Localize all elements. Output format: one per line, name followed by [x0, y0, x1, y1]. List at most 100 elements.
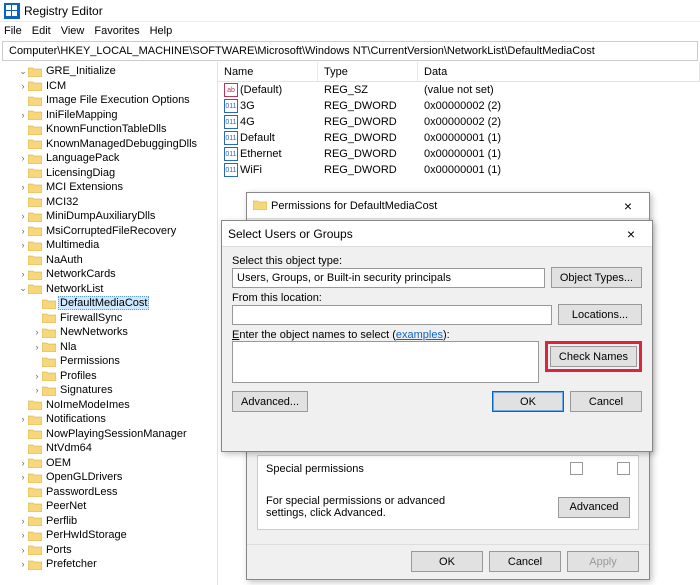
expand-icon[interactable]: › [32, 327, 42, 337]
tree-item-ports[interactable]: ›Ports [0, 543, 217, 558]
menu-file[interactable]: File [4, 25, 22, 37]
tree-item-prefetcher[interactable]: ›Prefetcher [0, 557, 217, 572]
close-icon[interactable]: × [616, 226, 646, 242]
list-row[interactable]: 011WiFiREG_DWORD0x00000001 (1) [218, 162, 700, 178]
allow-checkbox[interactable] [570, 462, 583, 475]
list-row[interactable]: 011DefaultREG_DWORD0x00000001 (1) [218, 130, 700, 146]
tree-item-mci32[interactable]: MCI32 [0, 195, 217, 210]
expand-icon[interactable]: › [18, 414, 28, 424]
tree-item-networkcards[interactable]: ›NetworkCards [0, 267, 217, 282]
expand-icon[interactable]: › [32, 342, 42, 352]
expand-icon[interactable]: › [18, 559, 28, 569]
tree-item-newnetworks[interactable]: ›NewNetworks [0, 325, 217, 340]
tree-item-passwordless[interactable]: PasswordLess [0, 485, 217, 500]
list-row[interactable]: ab(Default)REG_SZ(value not set) [218, 82, 700, 98]
permissions-dialog-title[interactable]: Permissions for DefaultMediaCost × [247, 193, 649, 219]
folder-icon [28, 544, 42, 555]
perm-cancel-button[interactable]: Cancel [489, 551, 561, 572]
check-names-button[interactable]: Check Names [550, 346, 637, 367]
list-row[interactable]: 011EthernetREG_DWORD0x00000001 (1) [218, 146, 700, 162]
menu-help[interactable]: Help [150, 25, 173, 37]
tree-item-perhwidstorage[interactable]: ›PerHwIdStorage [0, 528, 217, 543]
locations-button[interactable]: Locations... [558, 304, 642, 325]
tree-item-profiles[interactable]: ›Profiles [0, 369, 217, 384]
close-icon[interactable]: × [613, 198, 643, 214]
tree-item-knownfunctiontabledlls[interactable]: KnownFunctionTableDlls [0, 122, 217, 137]
tree-item-defaultmediacost[interactable]: DefaultMediaCost [0, 296, 217, 311]
perm-ok-button[interactable]: OK [411, 551, 483, 572]
tree-item-icm[interactable]: ›ICM [0, 79, 217, 94]
tree-item-languagepack[interactable]: ›LanguagePack [0, 151, 217, 166]
expand-icon[interactable]: › [18, 545, 28, 555]
tree-item-opengldrivers[interactable]: ›OpenGLDrivers [0, 470, 217, 485]
expand-icon[interactable]: › [18, 472, 28, 482]
expand-icon[interactable]: › [18, 530, 28, 540]
col-data[interactable]: Data [418, 62, 700, 81]
menubar: File Edit View Favorites Help [0, 22, 700, 40]
expand-icon[interactable]: ⌄ [18, 66, 28, 77]
list-header: Name Type Data [218, 62, 700, 82]
expand-icon[interactable]: › [18, 516, 28, 526]
sel-ok-button[interactable]: OK [492, 391, 564, 412]
tree-item-knownmanageddebuggingdlls[interactable]: KnownManagedDebuggingDlls [0, 137, 217, 152]
folder-icon [28, 109, 42, 120]
list-row[interactable]: 0113GREG_DWORD0x00000002 (2) [218, 98, 700, 114]
sel-cancel-button[interactable]: Cancel [570, 391, 642, 412]
expand-icon[interactable]: ⌄ [18, 283, 28, 294]
tree-item-gre-initialize[interactable]: ⌄GRE_Initialize [0, 64, 217, 79]
tree-item-notifications[interactable]: ›Notifications [0, 412, 217, 427]
expand-icon[interactable]: › [18, 182, 28, 192]
tree-item-nowplayingsessionmanager[interactable]: NowPlayingSessionManager [0, 427, 217, 442]
advanced-button[interactable]: Advanced [558, 497, 630, 518]
tree-item-permissions[interactable]: Permissions [0, 354, 217, 369]
expand-icon[interactable]: › [18, 81, 28, 91]
select-users-dialog-title[interactable]: Select Users or Groups × [222, 221, 652, 247]
expand-icon[interactable]: › [18, 458, 28, 468]
tree-item-nla[interactable]: ›Nla [0, 340, 217, 355]
tree-item-firewallsync[interactable]: FirewallSync [0, 311, 217, 326]
expand-icon[interactable]: › [18, 211, 28, 221]
examples-link[interactable]: examples [396, 329, 443, 341]
tree-item-image-file-execution-options[interactable]: Image File Execution Options [0, 93, 217, 108]
tree-item-networklist[interactable]: ⌄NetworkList [0, 282, 217, 297]
folder-icon [28, 124, 42, 135]
folder-icon [42, 341, 56, 352]
address-bar[interactable] [2, 41, 698, 61]
expand-icon[interactable]: › [18, 269, 28, 279]
object-types-button[interactable]: Object Types... [551, 267, 642, 288]
col-type[interactable]: Type [318, 62, 418, 81]
menu-edit[interactable]: Edit [32, 25, 51, 37]
menu-view[interactable]: View [61, 25, 85, 37]
tree-item-ntvdm64[interactable]: NtVdm64 [0, 441, 217, 456]
expand-icon[interactable]: › [18, 240, 28, 250]
list-row[interactable]: 0114GREG_DWORD0x00000002 (2) [218, 114, 700, 130]
tree-item-oem[interactable]: ›OEM [0, 456, 217, 471]
tree-item-mci-extensions[interactable]: ›MCI Extensions [0, 180, 217, 195]
expand-icon[interactable]: › [32, 371, 42, 381]
perm-apply-button[interactable]: Apply [567, 551, 639, 572]
object-names-input[interactable] [232, 341, 539, 383]
tree-item-noimemodeimes[interactable]: NoImeModeImes [0, 398, 217, 413]
advanced-button[interactable]: Advanced... [232, 391, 308, 412]
tree-item-peernet[interactable]: PeerNet [0, 499, 217, 514]
tree-item-inifilemapping[interactable]: ›IniFileMapping [0, 108, 217, 123]
col-name[interactable]: Name [218, 62, 318, 81]
tree-item-minidumpauxiliarydlls[interactable]: ›MiniDumpAuxiliaryDlls [0, 209, 217, 224]
tree-item-signatures[interactable]: ›Signatures [0, 383, 217, 398]
menu-favorites[interactable]: Favorites [94, 25, 139, 37]
tree-item-naauth[interactable]: NaAuth [0, 253, 217, 268]
tree-item-multimedia[interactable]: ›Multimedia [0, 238, 217, 253]
expand-icon[interactable]: › [18, 153, 28, 163]
regedit-icon [4, 3, 20, 19]
expand-icon[interactable]: › [32, 385, 42, 395]
tree-item-msicorruptedfilerecovery[interactable]: ›MsiCorruptedFileRecovery [0, 224, 217, 239]
tree-item-licensingdiag[interactable]: LicensingDiag [0, 166, 217, 181]
folder-icon [28, 80, 42, 91]
folder-icon [42, 370, 56, 381]
tree-item-perflib[interactable]: ›Perflib [0, 514, 217, 529]
tree-pane[interactable]: ⌄GRE_Initialize›ICMImage File Execution … [0, 62, 218, 585]
expand-icon[interactable]: › [18, 110, 28, 120]
deny-checkbox[interactable] [617, 462, 630, 475]
expand-icon[interactable]: › [18, 226, 28, 236]
address-input[interactable] [7, 44, 693, 58]
